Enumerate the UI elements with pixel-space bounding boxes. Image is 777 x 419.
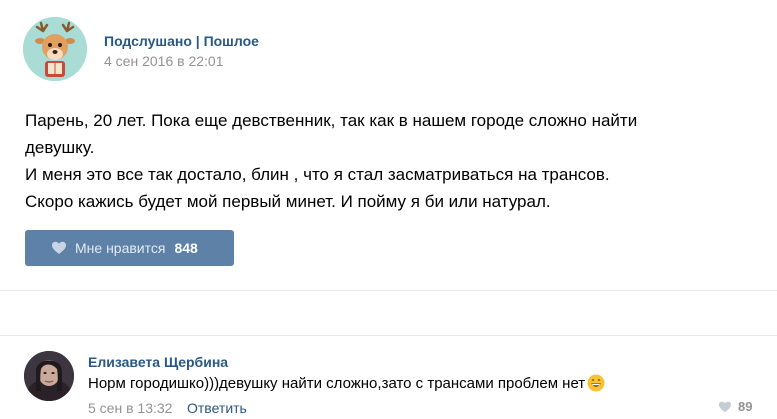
heart-icon xyxy=(718,400,732,414)
heart-icon xyxy=(51,240,67,256)
like-label: Мне нравится xyxy=(75,240,166,256)
spacer xyxy=(0,291,777,335)
comment-date[interactable]: 5 сен в 13:32 xyxy=(88,400,172,416)
post-text-line: Парень, 20 лет. Пока еще девственник, та… xyxy=(25,111,638,130)
reply-button[interactable]: Ответить xyxy=(187,400,247,416)
post-text: Парень, 20 лет. Пока еще девственник, та… xyxy=(25,107,745,215)
grinning-face-icon xyxy=(587,374,605,392)
comment-like-button[interactable]: 89 xyxy=(718,399,752,414)
comment-like-count: 89 xyxy=(738,399,753,414)
like-button[interactable]: Мне нравится 848 xyxy=(25,230,234,266)
group-name[interactable]: Подслушано | Пошлое xyxy=(104,33,259,49)
post-text-line: девушку. xyxy=(25,138,95,157)
comment-text-body: Норм городишко)))девушку найти сложно,за… xyxy=(88,374,586,392)
comment-text: Норм городишко)))девушку найти сложно,за… xyxy=(88,374,605,392)
deer-avatar xyxy=(23,17,87,81)
post-text-line: Скоро кажись будет мой первый минет. И п… xyxy=(25,192,551,211)
post-date[interactable]: 4 сен 2016 в 22:01 xyxy=(104,53,223,69)
avatar[interactable] xyxy=(24,351,74,401)
comment-author[interactable]: Елизавета Щербина xyxy=(88,354,228,370)
comment: Елизавета Щербина Норм городишко)))девуш… xyxy=(0,336,777,419)
post: Подслушано | Пошлое 4 сен 2016 в 22:01 П… xyxy=(0,0,777,290)
post-text-line: И меня это все так достало, блин , что я… xyxy=(25,165,610,184)
like-count: 848 xyxy=(174,240,198,256)
group-avatar[interactable] xyxy=(23,17,87,81)
